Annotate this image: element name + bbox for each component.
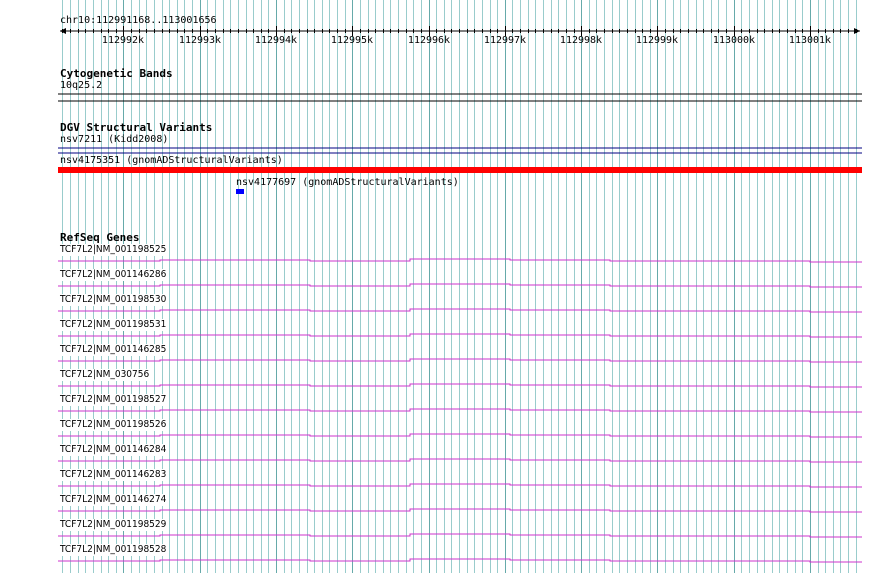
gene-label[interactable]: TCF7L2|NM_001198526: [60, 419, 167, 431]
ruler-tick-label: 112995k: [330, 35, 374, 46]
gene-label[interactable]: TCF7L2|NM_001198527: [60, 394, 167, 406]
gene-label[interactable]: TCF7L2|NM_001146274: [60, 494, 167, 506]
ruler-tick-label: 112997k: [483, 35, 527, 46]
ruler-tick-label: 112998k: [559, 35, 603, 46]
cytoband-label: 10q25.2: [60, 80, 103, 91]
ruler-tick-label: 112996k: [407, 35, 451, 46]
gene-label[interactable]: TCF7L2|NM_001198528: [60, 544, 167, 556]
gene-label[interactable]: TCF7L2|NM_030756: [60, 369, 150, 381]
dgv-label-nsv4177697[interactable]: nsv4177697 (gnomADStructuralVariants): [236, 177, 459, 189]
dgv-feature-nsv4175351[interactable]: [58, 167, 862, 173]
gene-label[interactable]: TCF7L2|NM_001146284: [60, 444, 167, 456]
gene-label[interactable]: TCF7L2|NM_001198531: [60, 319, 167, 331]
ruler-tick-label: 112993k: [178, 35, 222, 46]
dgv-label-nsv4175351[interactable]: nsv4175351 (gnomADStructuralVariants): [60, 155, 283, 167]
dgv-track-title[interactable]: DGV Structural Variants: [60, 121, 212, 134]
cytoband-track-title[interactable]: Cytogenetic Bands: [60, 67, 173, 80]
genome-browser-canvas: [58, 0, 862, 573]
ruler-tick-label: 113000k: [712, 35, 756, 46]
dgv-feature-nsv4177697[interactable]: [236, 189, 244, 194]
ruler-tick-label: 112992k: [101, 35, 145, 46]
gene-label[interactable]: TCF7L2|NM_001198525: [60, 244, 167, 256]
ruler-tick-label: 112999k: [635, 35, 679, 46]
gene-label[interactable]: TCF7L2|NM_001146283: [60, 469, 167, 481]
gene-label[interactable]: TCF7L2|NM_001146285: [60, 344, 167, 356]
gene-label[interactable]: TCF7L2|NM_001198530: [60, 294, 167, 306]
region-label: chr10:112991168..113001656: [60, 15, 217, 26]
gene-label[interactable]: TCF7L2|NM_001198529: [60, 519, 167, 531]
ruler-tick-label: 113001k: [788, 35, 832, 46]
dgv-label-nsv7211[interactable]: nsv7211 (Kidd2008): [60, 134, 168, 146]
ruler-tick-label: 112994k: [254, 35, 298, 46]
refseq-track-title[interactable]: RefSeq Genes: [60, 231, 139, 244]
gene-label[interactable]: TCF7L2|NM_001146286: [60, 269, 167, 281]
